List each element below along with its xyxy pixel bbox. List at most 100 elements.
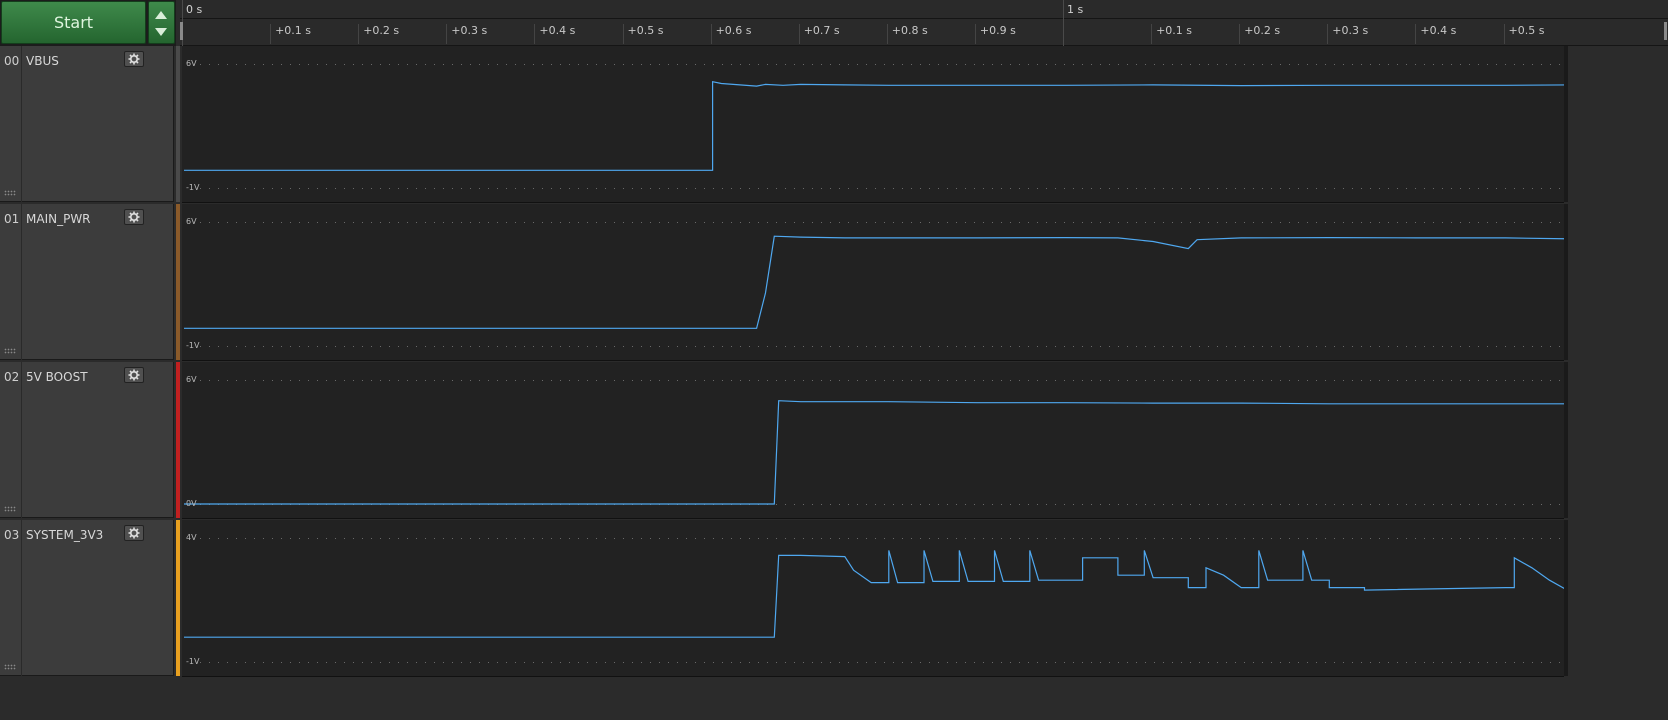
channel-label-panel[interactable]: 00 VBUS: [0, 46, 174, 202]
resize-grip-icon[interactable]: [4, 190, 16, 196]
resize-grip-icon[interactable]: [4, 664, 16, 670]
minor-tick: [270, 24, 272, 44]
channel-settings-button[interactable]: [124, 525, 144, 541]
gear-icon: [128, 369, 140, 381]
minor-time-label: +0.1 s: [1156, 24, 1193, 37]
channel-row: 01 MAIN_PWR 6V -1V: [0, 204, 1668, 362]
resize-grip-icon[interactable]: [4, 506, 16, 512]
channel-color-strip: [176, 520, 180, 676]
gear-icon: [128, 211, 140, 223]
triangle-up-icon[interactable]: [155, 11, 167, 19]
channel-settings-button[interactable]: [124, 209, 144, 225]
minor-tick: [710, 24, 712, 44]
ruler-left-handle[interactable]: [180, 22, 183, 40]
capture-control: Start: [0, 0, 176, 46]
minor-time-label: +0.3 s: [451, 24, 488, 37]
channel-name: 5V BOOST: [26, 370, 88, 384]
start-button-label: Start: [53, 13, 94, 32]
analog-waveform-plot[interactable]: 4V -1V: [182, 520, 1564, 677]
time-ruler[interactable]: 0 s 1 s +0.1 s +0.2 s +0.3 s +0.4 s +0.5 s +0.6…: [180, 0, 1668, 46]
waveform-svg: [184, 64, 1564, 189]
min-voltage-label: -1V: [186, 657, 200, 666]
waveform-svg: [184, 380, 1564, 505]
channel-number-column: [0, 362, 22, 518]
channel-label-panel[interactable]: 01 MAIN_PWR: [0, 204, 174, 360]
channel-label-panel[interactable]: 02 5V BOOST: [0, 362, 174, 518]
min-voltage-label: -1V: [186, 183, 200, 192]
channel-number: 00: [4, 54, 20, 68]
channel-color-strip: [176, 204, 180, 360]
capture-options-toggle[interactable]: [148, 1, 175, 44]
channel-row: 02 5V BOOST 6V 0V: [0, 362, 1668, 520]
voltage-trace: [184, 400, 1564, 505]
channel-number-column: [0, 520, 22, 676]
logic-analyzer-window: Start 0 s 1 s +0.1 s +0.2 s +0.3 s +0.4 s +0.5…: [0, 0, 1668, 720]
plot-scrollbar[interactable]: [1564, 204, 1568, 360]
ruler-right-handle[interactable]: [1664, 22, 1667, 40]
minor-time-label: +0.5 s: [627, 24, 664, 37]
minor-time-label: +0.5 s: [1508, 24, 1545, 37]
major-time-label: 1 s: [1067, 3, 1084, 16]
plot-scrollbar[interactable]: [1564, 362, 1568, 518]
min-voltage-label: -1V: [186, 341, 200, 350]
minor-time-label: +0.1 s: [275, 24, 312, 37]
minor-tick: [1239, 24, 1241, 44]
minor-time-label: +0.7 s: [803, 24, 840, 37]
major-gridline: [1063, 0, 1064, 46]
minor-time-label: +0.2 s: [363, 24, 400, 37]
channel-name: MAIN_PWR: [26, 212, 91, 226]
minor-tick: [446, 24, 448, 44]
channel-number: 02: [4, 370, 20, 384]
channel-number: 01: [4, 212, 20, 226]
min-voltage-label: 0V: [186, 499, 197, 508]
channel-number-column: [0, 46, 22, 202]
voltage-trace: [184, 80, 1564, 171]
minor-tick: [622, 24, 624, 44]
start-button[interactable]: Start: [1, 1, 146, 44]
plot-scrollbar[interactable]: [1564, 520, 1568, 676]
major-time-label: 0 s: [186, 3, 203, 16]
analog-waveform-plot[interactable]: 6V -1V: [182, 46, 1564, 203]
channel-number-column: [0, 204, 22, 360]
minor-time-label: +0.4 s: [539, 24, 576, 37]
channel-name: SYSTEM_3V3: [26, 528, 104, 542]
gear-icon: [128, 527, 140, 539]
channel-settings-button[interactable]: [124, 367, 144, 383]
channel-settings-button[interactable]: [124, 51, 144, 67]
ruler-major-band: [180, 0, 1668, 19]
voltage-trace: [184, 550, 1564, 638]
minor-tick: [1327, 24, 1329, 44]
channel-label-panel[interactable]: 03 SYSTEM_3V3: [0, 520, 174, 676]
minor-time-label: +0.2 s: [1244, 24, 1281, 37]
channel-number: 03: [4, 528, 20, 542]
channel-color-strip: [176, 46, 180, 202]
minor-tick: [1503, 24, 1505, 44]
minor-tick: [534, 24, 536, 44]
minor-tick: [798, 24, 800, 44]
analog-waveform-plot[interactable]: 6V 0V: [182, 362, 1564, 519]
channel-row: 00 VBUS 6V -1V: [0, 46, 1668, 204]
resize-grip-icon[interactable]: [4, 348, 16, 354]
waveform-svg: [184, 538, 1564, 663]
voltage-trace: [184, 235, 1564, 329]
max-voltage-label: 6V: [186, 217, 197, 226]
minor-time-label: +0.4 s: [1420, 24, 1457, 37]
minor-tick: [1415, 24, 1417, 44]
max-voltage-label: 6V: [186, 59, 197, 68]
minor-tick: [358, 24, 360, 44]
minor-tick: [974, 24, 976, 44]
minor-time-label: +0.3 s: [1332, 24, 1369, 37]
plot-scrollbar[interactable]: [1564, 46, 1568, 202]
channel-row: 03 SYSTEM_3V3 4V -1V: [0, 520, 1668, 678]
triangle-down-icon[interactable]: [155, 28, 167, 36]
channel-name: VBUS: [26, 54, 59, 68]
gear-icon: [128, 53, 140, 65]
analog-waveform-plot[interactable]: 6V -1V: [182, 204, 1564, 361]
minor-tick: [1151, 24, 1153, 44]
max-voltage-label: 6V: [186, 375, 197, 384]
minor-time-label: +0.9 s: [979, 24, 1016, 37]
minor-time-label: +0.8 s: [891, 24, 928, 37]
waveform-svg: [184, 222, 1564, 347]
minor-tick: [886, 24, 888, 44]
max-voltage-label: 4V: [186, 533, 197, 542]
